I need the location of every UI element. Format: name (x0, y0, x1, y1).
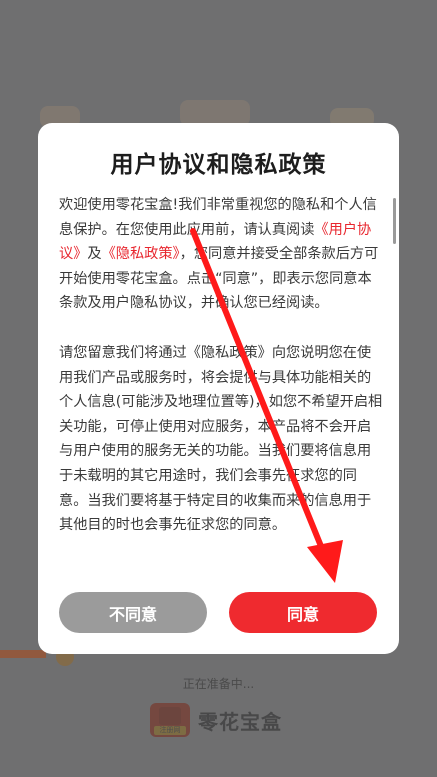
arrow-shaft (190, 228, 330, 564)
annotation-arrow-icon (190, 228, 343, 583)
arrow-head (307, 540, 343, 583)
